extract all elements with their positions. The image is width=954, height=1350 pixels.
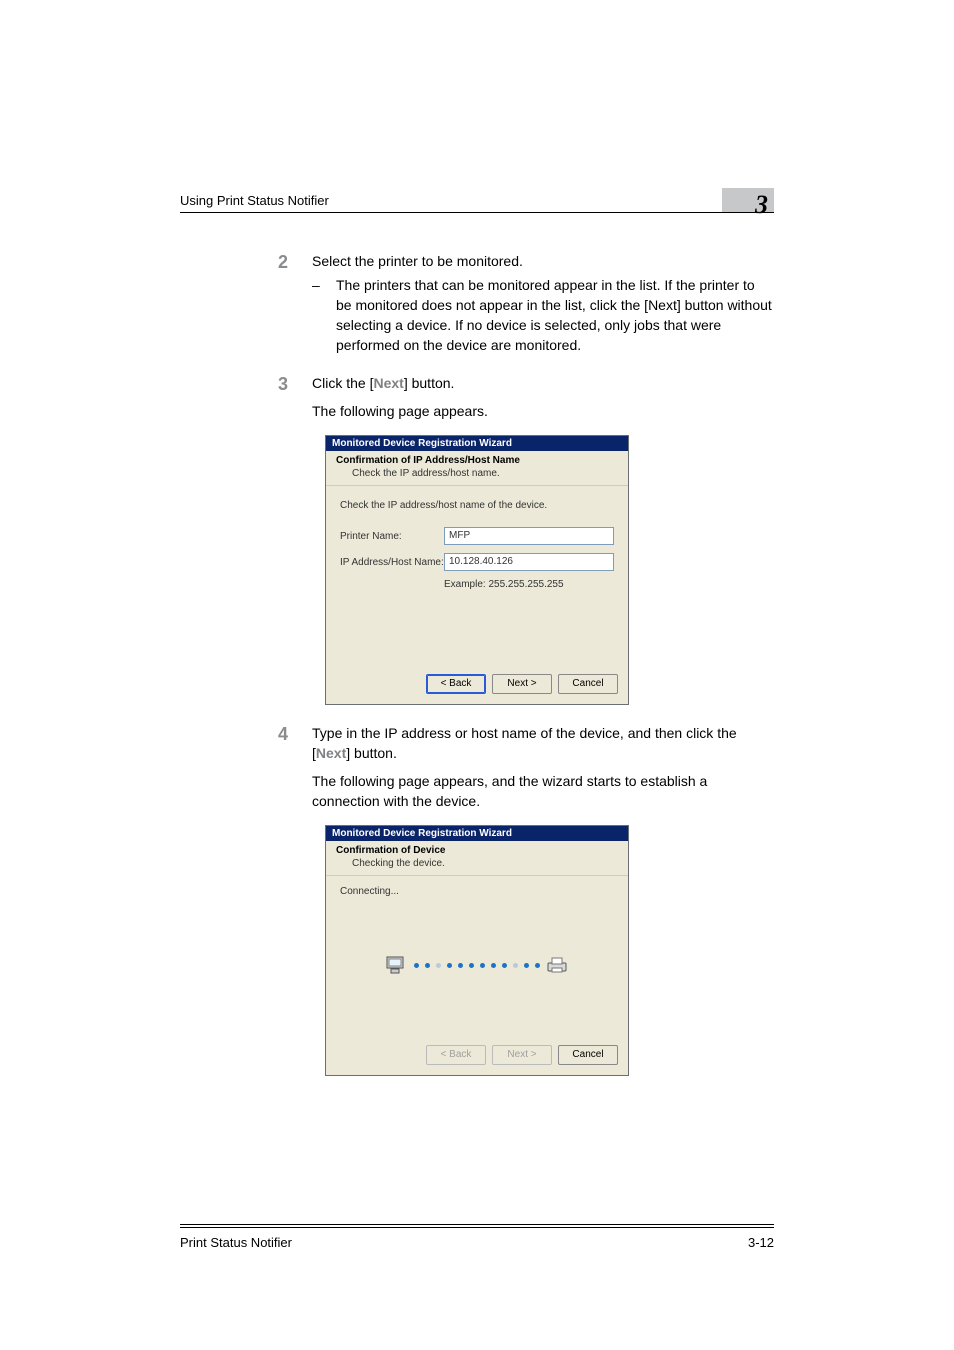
step-subtext: The printers that can be monitored appea… [336,275,774,355]
section-title: Using Print Status Notifier [180,193,329,208]
step-4: 4 Type in the IP address or host name of… [180,723,774,811]
progress-dot [425,963,430,968]
screenshot-1: Monitored Device Registration Wizard Con… [180,435,774,705]
step-text: Type in the IP address or host name of t… [312,725,737,761]
progress-dot [414,963,419,968]
progress-dot [535,963,540,968]
step-3: 3 Click the [Next] button. The following… [180,373,774,421]
dialog-buttons: < Back Next > Cancel [326,666,628,704]
step-subitem: – The printers that can be monitored app… [312,275,774,355]
next-button[interactable]: Next > [492,674,552,694]
ip-input[interactable]: 10.128.40.126 [444,553,614,571]
back-button[interactable]: < Back [426,674,486,694]
computer-icon [386,955,408,975]
wizard-dialog-connecting: Monitored Device Registration Wizard Con… [325,825,629,1076]
cancel-button[interactable]: Cancel [558,674,618,694]
screenshot-2: Monitored Device Registration Wizard Con… [180,825,774,1076]
printer-name-row: Printer Name: MFP [340,527,614,545]
dash-icon: – [312,275,336,355]
step-body: Type in the IP address or host name of t… [312,723,774,811]
progress-area [340,897,614,978]
progress-row [386,955,568,975]
footer-product: Print Status Notifier [180,1235,292,1250]
step-2: 2 Select the printer to be monitored. – … [180,251,774,355]
step-body: Select the printer to be monitored. – Th… [312,251,774,355]
progress-dot [491,963,496,968]
next-inline: Next [373,375,403,391]
printer-icon [546,955,568,975]
step-followup: The following page appears, and the wiza… [312,771,774,811]
dialog-heading: Confirmation of Device [326,841,628,858]
ip-hint: Example: 255.255.255.255 [444,579,614,590]
dialog-body [326,897,628,1037]
back-button: < Back [426,1045,486,1065]
progress-dot [480,963,485,968]
step-body: Click the [Next] button. The following p… [312,373,774,421]
step-number: 2 [180,251,312,355]
progress-dot [502,963,507,968]
dialog-body-msg: Check the IP address/host name of the de… [340,500,614,511]
ip-label: IP Address/Host Name: [340,557,444,568]
next-inline: Next [316,745,346,761]
dialog-title: Monitored Device Registration Wizard [326,826,628,841]
dialog-title: Monitored Device Registration Wizard [326,436,628,451]
dialog-separator [326,875,628,876]
progress-dot [513,963,518,968]
progress-dot [458,963,463,968]
dialog-body: Check the IP address/host name of the de… [326,486,628,666]
header-rule: Using Print Status Notifier 3 [180,190,774,213]
printer-name-label: Printer Name: [340,531,444,542]
progress-dot [436,963,441,968]
progress-dot [469,963,474,968]
footer-rule [180,1224,774,1228]
next-button: Next > [492,1045,552,1065]
step-text: Click the [Next] button. [312,375,454,391]
printer-name-input[interactable]: MFP [444,527,614,545]
dialog-heading: Confirmation of IP Address/Host Name [326,451,628,468]
dialog-subheading: Check the IP address/host name. [326,468,628,485]
cancel-button[interactable]: Cancel [558,1045,618,1065]
step-number: 3 [180,373,312,421]
progress-dot [447,963,452,968]
ip-row: IP Address/Host Name: 10.128.40.126 [340,553,614,571]
progress-dot [524,963,529,968]
chapter-number: 3 [755,190,768,220]
step-followup: The following page appears. [312,401,774,421]
connecting-label: Connecting... [340,886,614,897]
dialog-subheading: Checking the device. [326,858,628,875]
page: Using Print Status Notifier 3 2 Select t… [0,0,954,1350]
dialog-buttons: < Back Next > Cancel [326,1037,628,1075]
wizard-dialog-ip: Monitored Device Registration Wizard Con… [325,435,629,705]
step-text: Select the printer to be monitored. [312,253,523,269]
footer-page: 3-12 [748,1235,774,1250]
step-number: 4 [180,723,312,811]
